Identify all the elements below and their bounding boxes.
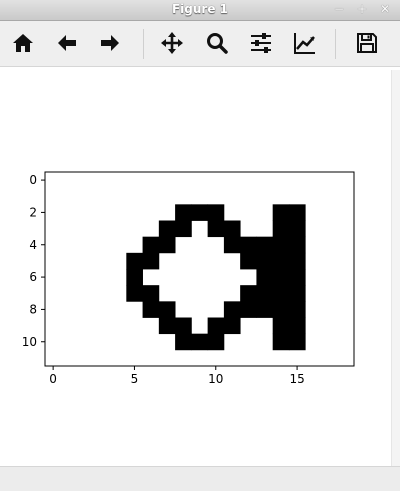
heatmap-cell xyxy=(126,269,143,286)
heatmap-cell xyxy=(207,317,225,335)
toolbar-separator xyxy=(335,29,336,59)
title-bar: Figure 1 − + ✕ xyxy=(0,0,400,21)
heatmap-cell xyxy=(158,236,176,254)
home-icon xyxy=(13,34,33,52)
x-tick-label: 0 xyxy=(49,372,57,386)
heatmap-cell xyxy=(191,333,209,351)
arrow-right-icon xyxy=(101,35,119,51)
y-tick-label: 8 xyxy=(29,302,37,316)
heatmap-cell xyxy=(223,220,241,238)
pan-button[interactable] xyxy=(157,29,187,57)
heatmap-cell xyxy=(256,301,274,318)
x-tick-label: 5 xyxy=(131,372,139,386)
heatmap-cell xyxy=(272,236,290,254)
heatmap-cell xyxy=(272,220,290,238)
heatmap-cell xyxy=(223,317,241,335)
heatmap-cell xyxy=(158,317,176,335)
heatmap-cell xyxy=(256,269,274,286)
heatmap-cell xyxy=(272,252,290,270)
heatmap-cell xyxy=(288,252,306,270)
y-tick-label: 4 xyxy=(29,238,37,252)
move-icon xyxy=(161,32,183,54)
heatmap-cell xyxy=(288,220,306,238)
heatmap-cell xyxy=(256,252,274,270)
x-tick-label: 15 xyxy=(289,372,304,386)
heatmap-cell xyxy=(272,285,290,302)
heatmap-cell xyxy=(288,204,306,221)
x-tick-label: 10 xyxy=(208,372,223,386)
heatmap-cell xyxy=(142,285,160,302)
magnifier-icon xyxy=(207,33,228,54)
heatmap-chart[interactable]: 0 5 10 15 0 2 4 6 8 10 xyxy=(0,66,400,466)
heatmap-cell xyxy=(272,333,290,351)
arrow-left-icon xyxy=(58,35,76,51)
heatmap-cell xyxy=(175,204,192,221)
heatmap-cell xyxy=(272,317,290,335)
heatmap-cell xyxy=(142,236,160,254)
zoom-button[interactable] xyxy=(202,29,232,57)
heatmap-cell xyxy=(288,285,306,302)
heatmap-cell xyxy=(240,285,257,302)
heatmap-cell xyxy=(288,301,306,318)
floppy-disk-icon xyxy=(357,33,377,53)
y-tick-label: 6 xyxy=(29,270,37,284)
heatmap-cell xyxy=(288,236,306,254)
heatmap-cell xyxy=(126,252,143,270)
status-bar xyxy=(0,466,400,491)
heatmap-cell xyxy=(288,269,306,286)
heatmap-cell xyxy=(272,269,290,286)
heatmap-cell xyxy=(240,301,257,318)
edit-axis-button[interactable] xyxy=(290,29,320,57)
heatmap-cell xyxy=(158,220,176,238)
heatmap-cell xyxy=(223,301,241,318)
heatmap-cell xyxy=(142,301,160,318)
heatmap-cell xyxy=(142,252,160,270)
y-tick-label: 0 xyxy=(29,173,37,187)
heatmap-cell xyxy=(158,301,176,318)
heatmap-cell xyxy=(207,333,225,351)
save-button[interactable] xyxy=(352,29,382,57)
heatmap-cell xyxy=(240,236,257,254)
y-tick-label: 10 xyxy=(22,335,37,349)
window-edge xyxy=(391,70,400,466)
line-chart-icon xyxy=(294,33,315,54)
heatmap-cell xyxy=(223,236,241,254)
heatmap-cell xyxy=(272,204,290,221)
heatmap-cell xyxy=(175,333,192,351)
heatmap-cell xyxy=(175,220,192,238)
heatmap-cell xyxy=(191,204,209,221)
heatmap-cell xyxy=(126,285,143,302)
figure-canvas[interactable]: 0 5 10 15 0 2 4 6 8 10 xyxy=(0,66,400,466)
home-button[interactable] xyxy=(8,29,38,57)
heatmap-cell xyxy=(256,236,274,254)
heatmap-cell xyxy=(272,301,290,318)
forward-button[interactable] xyxy=(95,29,125,57)
back-button[interactable] xyxy=(52,29,82,57)
heatmap-cell xyxy=(288,333,306,351)
toolbar xyxy=(0,21,400,67)
toolbar-separator xyxy=(143,29,144,59)
maximize-button[interactable]: + xyxy=(353,1,371,18)
heatmap-cell xyxy=(240,252,257,270)
heatmap-cell xyxy=(175,317,192,335)
sliders-icon xyxy=(251,33,271,53)
heatmap-cell xyxy=(288,317,306,335)
heatmap-cell xyxy=(207,204,225,221)
heatmap-cell xyxy=(207,220,225,238)
configure-subplots-button[interactable] xyxy=(246,29,276,57)
close-button[interactable]: ✕ xyxy=(376,1,394,18)
y-tick-label: 2 xyxy=(29,205,37,219)
heatmap-cell xyxy=(256,285,274,302)
minimize-button[interactable]: − xyxy=(330,1,348,18)
